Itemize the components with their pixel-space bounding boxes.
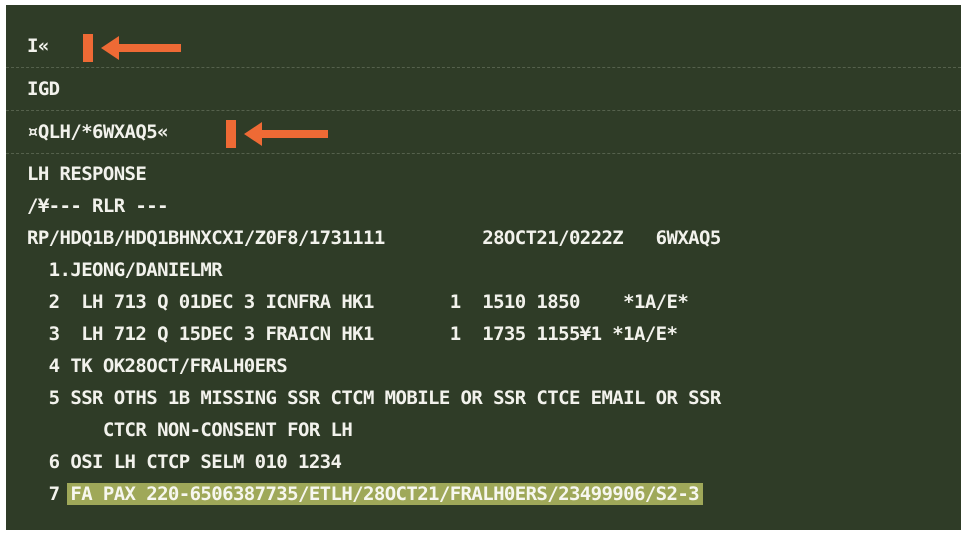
- terminal-window: I« IGD ¤QLH/*6WXAQ5« LH RESPONSE /¥--- R…: [6, 5, 961, 530]
- command-text: I«: [27, 35, 49, 57]
- command-text: IGD: [27, 78, 60, 100]
- pnr-line: 1.JEONG/DANIELMR: [27, 259, 223, 281]
- pnr-line: 2 LH 713 Q 01DEC 3 ICNFRA HK1 1 1510 185…: [27, 291, 689, 313]
- pnr-line-highlighted[interactable]: 7 FA PAX 220-6506387735/ETLH/28OCT21/FRA…: [27, 478, 961, 510]
- command-line-2[interactable]: IGD: [6, 68, 961, 111]
- pnr-line: 4 TK OK28OCT/FRALH0ERS: [27, 355, 288, 377]
- command-line-3[interactable]: ¤QLH/*6WXAQ5«: [6, 111, 961, 154]
- record-locator-line: RP/HDQ1B/HDQ1BHNXCXI/Z0F8/1731111 28OCT2…: [27, 227, 721, 249]
- response-header: LH RESPONSE: [27, 163, 147, 185]
- rlr-line: /¥--- RLR ---: [27, 195, 169, 217]
- pnr-line: 3 LH 712 Q 15DEC 3 FRAICN HK1 1 1735 115…: [27, 323, 678, 345]
- pnr-line: CTCR NON-CONSENT FOR LH: [27, 419, 353, 441]
- pnr-line: 6 OSI LH CTCP SELM 010 1234: [27, 451, 342, 473]
- command-text: ¤QLH/*6WXAQ5«: [27, 121, 169, 143]
- arrow-left-icon: [244, 122, 328, 146]
- cursor-bar: [226, 120, 236, 148]
- cursor-bar: [83, 34, 93, 62]
- command-line-1[interactable]: I«: [6, 25, 961, 68]
- response-block: LH RESPONSE /¥--- RLR --- RP/HDQ1B/HDQ1B…: [6, 154, 961, 510]
- highlighted-fa-element: FA PAX 220-6506387735/ETLH/28OCT21/FRALH…: [67, 483, 704, 505]
- line-number: 7: [27, 483, 71, 505]
- pnr-line: 5 SSR OTHS 1B MISSING SSR CTCM MOBILE OR…: [27, 387, 722, 409]
- arrow-left-icon: [101, 36, 181, 60]
